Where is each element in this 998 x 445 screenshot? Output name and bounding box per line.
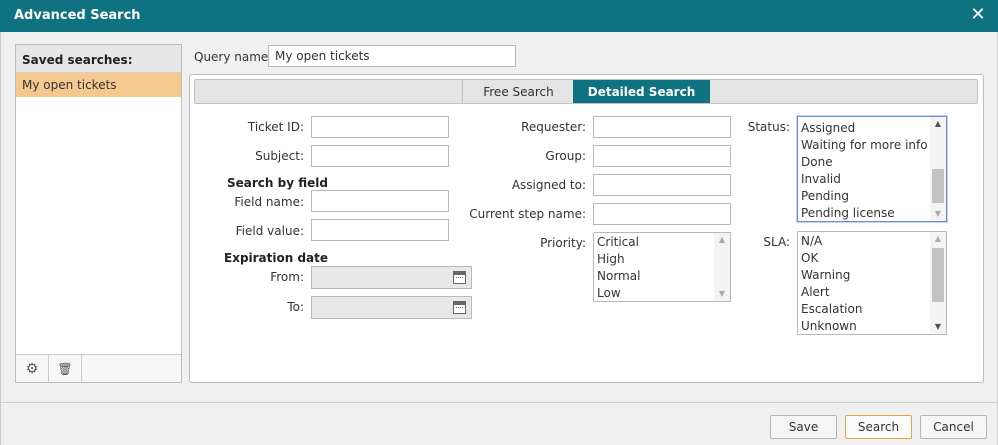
close-icon[interactable]: ✕: [968, 5, 988, 25]
list-item[interactable]: Normal: [594, 268, 730, 285]
status-listbox[interactable]: Assigned Waiting for more info Done Inva…: [797, 116, 947, 222]
scroll-down-icon[interactable]: ▼: [930, 320, 946, 334]
list-item[interactable]: Done: [798, 154, 946, 171]
calendar-icon[interactable]: [453, 301, 466, 314]
status-scrollbar[interactable]: ▲ ▼: [930, 117, 946, 221]
settings-icon[interactable]: ⚙: [16, 355, 49, 382]
scroll-down-icon[interactable]: ▼: [714, 287, 730, 301]
from-label: From:: [270, 270, 304, 284]
query-name-input[interactable]: [268, 45, 516, 67]
from-date-picker[interactable]: [311, 266, 472, 289]
scroll-thumb[interactable]: [932, 169, 944, 203]
saved-searches-header: Saved searches:: [16, 45, 181, 73]
list-item[interactable]: Escalation: [798, 301, 946, 318]
scroll-down-icon[interactable]: ▼: [930, 207, 946, 221]
list-item[interactable]: High: [594, 251, 730, 268]
search-by-field-heading: Search by field: [227, 176, 328, 190]
saved-searches-panel: Saved searches: My open tickets ⚙ 🗑: [15, 44, 182, 383]
save-button[interactable]: Save: [770, 415, 837, 439]
current-step-label: Current step name:: [469, 207, 586, 221]
expiration-date-heading: Expiration date: [224, 251, 329, 265]
title-bar: Advanced Search ✕: [0, 0, 998, 32]
list-item[interactable]: Unknown: [798, 318, 946, 334]
priority-label: Priority:: [540, 236, 586, 250]
ticket-id-label: Ticket ID:: [247, 120, 304, 134]
calendar-icon[interactable]: [453, 271, 466, 284]
subject-label: Subject:: [255, 149, 304, 163]
list-item[interactable]: Assigned: [798, 120, 946, 137]
priority-scrollbar[interactable]: ▲ ▼: [714, 233, 730, 301]
list-item[interactable]: Waiting for more info: [798, 137, 946, 154]
tab-detailed-search[interactable]: Detailed Search: [573, 80, 710, 103]
footer-divider: [0, 402, 998, 403]
sla-scrollbar[interactable]: ▲ ▼: [930, 232, 946, 334]
group-input[interactable]: [593, 145, 731, 167]
list-item[interactable]: Pending: [798, 188, 946, 205]
scroll-up-icon[interactable]: ▲: [930, 232, 946, 246]
requester-label: Requester:: [521, 120, 586, 134]
list-item[interactable]: Pending license: [798, 205, 946, 221]
group-label: Group:: [545, 149, 586, 163]
ticket-id-input[interactable]: [311, 116, 449, 138]
to-date-picker[interactable]: [311, 296, 472, 319]
list-item[interactable]: Critical: [594, 234, 730, 251]
requester-input[interactable]: [593, 116, 731, 138]
cancel-button[interactable]: Cancel: [920, 415, 987, 439]
current-step-input[interactable]: [593, 203, 731, 225]
list-item[interactable]: OK: [798, 250, 946, 267]
assigned-to-label: Assigned to:: [511, 178, 586, 192]
saved-search-item[interactable]: My open tickets: [16, 73, 181, 97]
field-value-label: Field value:: [235, 224, 304, 238]
sla-label: SLA:: [763, 235, 790, 249]
list-item[interactable]: Warning: [798, 267, 946, 284]
scroll-up-icon[interactable]: ▲: [930, 117, 946, 131]
saved-searches-toolbar: ⚙ 🗑: [16, 354, 181, 382]
list-item[interactable]: Low: [594, 285, 730, 301]
list-item[interactable]: Invalid: [798, 171, 946, 188]
query-name-label: Query name:: [194, 50, 273, 64]
field-name-label: Field name:: [234, 195, 304, 209]
to-label: To:: [287, 300, 304, 314]
delete-icon[interactable]: 🗑: [49, 355, 82, 382]
list-item[interactable]: Alert: [798, 284, 946, 301]
scroll-up-icon[interactable]: ▲: [714, 233, 730, 247]
subject-input[interactable]: [311, 145, 449, 167]
list-item[interactable]: N/A: [798, 233, 946, 250]
scroll-thumb[interactable]: [932, 248, 944, 302]
window-title: Advanced Search: [14, 8, 141, 23]
field-value-input[interactable]: [311, 219, 449, 241]
search-tabs: Free Search Detailed Search: [194, 79, 978, 104]
sla-listbox[interactable]: N/A OK Warning Alert Escalation Unknown …: [797, 231, 947, 335]
tab-free-search[interactable]: Free Search: [462, 80, 574, 103]
field-name-input[interactable]: [311, 190, 449, 212]
status-label: Status:: [747, 120, 790, 134]
priority-listbox[interactable]: Critical High Normal Low ▲ ▼: [593, 232, 731, 302]
assigned-to-input[interactable]: [593, 174, 731, 196]
search-button[interactable]: Search: [845, 415, 912, 439]
